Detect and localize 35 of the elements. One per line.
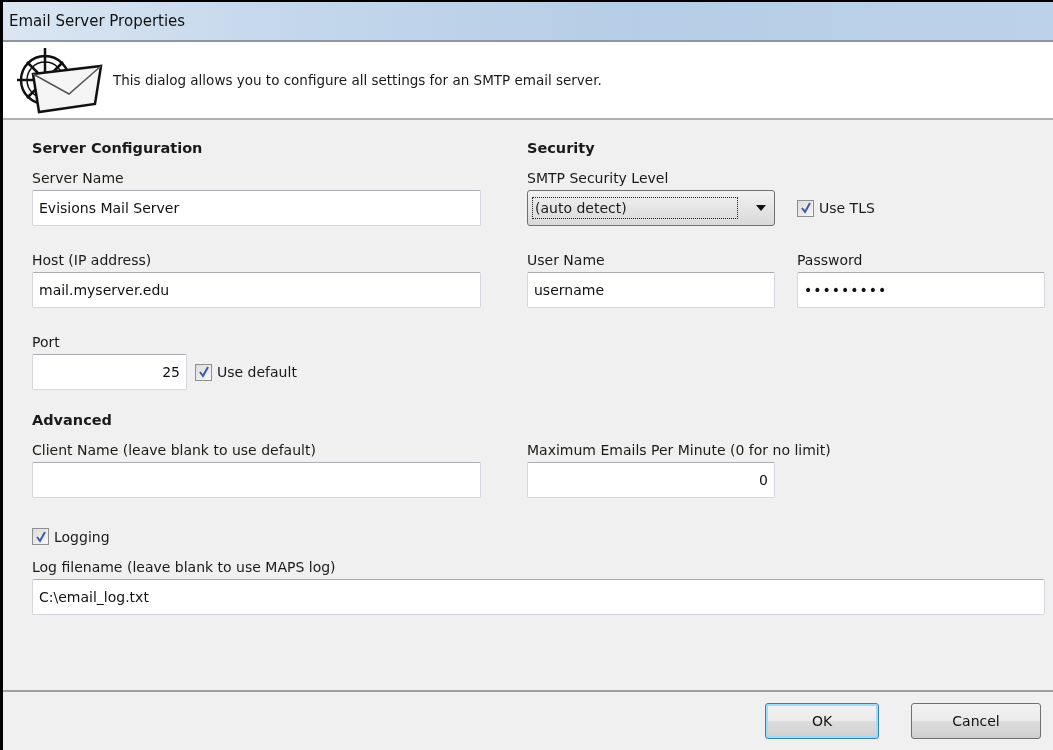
input-field[interactable]: C:\email_log.txt	[32, 579, 1045, 615]
use-default-checkbox[interactable]: Use default	[195, 363, 297, 381]
logging-checkbox[interactable]: Logging	[32, 528, 110, 545]
field-label: Client Name (leave blank to use default)	[32, 442, 316, 458]
input-field[interactable]: mail.myserver.edu	[32, 272, 481, 308]
field-label: Log filename (leave blank to use MAPS log)	[32, 559, 336, 575]
field-label: Server Name	[32, 170, 124, 186]
checkbox-label: Logging	[54, 528, 110, 545]
password-field[interactable]: •••••••••	[797, 272, 1045, 308]
section-heading: Security	[527, 140, 595, 156]
port-field[interactable]: 25	[32, 354, 187, 390]
checkbox[interactable]	[32, 528, 49, 545]
field-label: Maximum Emails Per Minute (0 for no limit)	[527, 442, 831, 458]
field-label: Password	[797, 252, 863, 268]
use-tls-checkbox[interactable]: Use TLS	[797, 199, 875, 217]
dialog-button[interactable]: Cancel	[911, 703, 1041, 739]
field-label: Host (IP address)	[32, 252, 152, 268]
window-title: Email Server Properties	[9, 12, 186, 30]
input-field[interactable]: 0	[527, 462, 775, 498]
field-label: User Name	[527, 252, 605, 268]
input-field[interactable]	[32, 462, 481, 498]
checkbox[interactable]	[797, 199, 814, 217]
field-label: Port	[32, 334, 60, 350]
caret-icon	[756, 205, 766, 211]
section-heading: Server Configuration	[32, 140, 203, 156]
security-level-dropdown[interactable]: (auto detect)	[527, 190, 775, 226]
checkbox[interactable]	[195, 363, 212, 381]
field-label: SMTP Security Level	[527, 170, 669, 186]
input-field[interactable]: Evisions Mail Server	[32, 190, 481, 226]
input-field[interactable]: username	[527, 272, 775, 308]
header-text: This dialog allows you to configure all settings for an SMTP email server.	[113, 72, 602, 88]
dialog-button[interactable]: OK	[765, 703, 879, 739]
checkbox-label: Use default	[217, 364, 297, 380]
section-heading: Advanced	[32, 412, 112, 428]
checkbox-label: Use TLS	[819, 200, 875, 216]
